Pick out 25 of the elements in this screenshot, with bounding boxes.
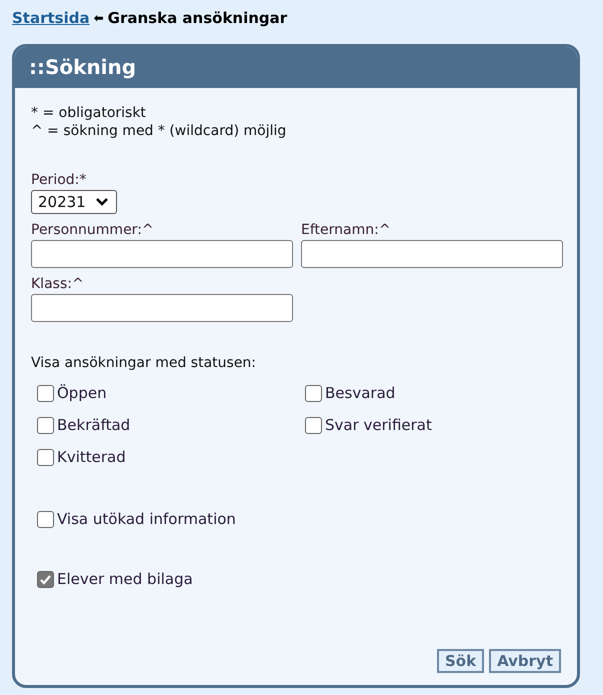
checkbox[interactable]: Visa utökad information	[37, 510, 561, 528]
period-select[interactable]: 20231	[31, 190, 117, 214]
page-title: Granska ansökningar	[108, 9, 288, 27]
status-heading: Visa ansökningar med statusen:	[31, 354, 258, 372]
field-label: Efternamn:^	[301, 222, 392, 238]
text-field[interactable]	[31, 294, 293, 322]
text-field[interactable]	[301, 240, 563, 268]
checkbox[interactable]: Kvitterad	[37, 448, 305, 466]
checkbox[interactable]: Öppen	[37, 384, 305, 402]
home-link[interactable]: Startsida	[12, 9, 90, 27]
legend-text: * = obligatoriskt	[31, 104, 147, 122]
checkbox[interactable]: Elever med bilaga	[37, 570, 561, 588]
text-field[interactable]	[31, 240, 293, 268]
panel-title: ::Sökning	[15, 47, 577, 88]
chevron-down-icon	[96, 198, 108, 206]
breadcrumb-separator: ⬅	[94, 11, 104, 25]
search-button[interactable]: Sök	[436, 649, 484, 673]
checkbox[interactable]: Besvarad	[305, 384, 565, 402]
checkbox[interactable]: Svar verifierat	[305, 416, 565, 434]
checkbox[interactable]: Bekräftad	[37, 416, 305, 434]
field-label: Klass:^	[31, 276, 85, 292]
field-label: Period:*	[31, 172, 88, 188]
legend-text: ^ = sökning med * (wildcard) möjlig	[31, 122, 288, 140]
field-label: Personnummer:^	[31, 222, 155, 238]
cancel-button[interactable]: Avbryt	[489, 649, 561, 673]
